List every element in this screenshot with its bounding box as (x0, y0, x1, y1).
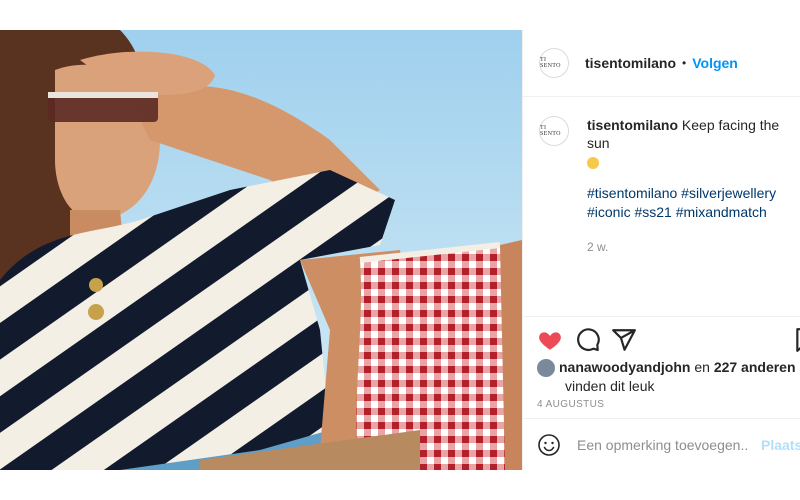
avatar-logo-text: TI SENTO (540, 57, 561, 69)
likes-connector: en (694, 359, 710, 375)
share-icon[interactable] (611, 327, 637, 353)
avatar[interactable]: TI SENTO (539, 48, 569, 78)
liker-avatar[interactable] (537, 359, 555, 378)
likes-others[interactable]: 227 anderen (714, 359, 796, 375)
sun-smile-emoji (587, 157, 599, 170)
post-header: TI SENTO tisentomilano • Volgen (523, 30, 800, 97)
hashtags: #tisentomilano #silverjewellery #iconic … (587, 184, 793, 222)
post-comment-button[interactable]: Plaats (761, 437, 800, 453)
header-username[interactable]: tisentomilano (585, 55, 676, 71)
liker-username[interactable]: nanawoodyandjohn (559, 359, 690, 375)
save-icon[interactable] (793, 327, 800, 353)
heart-icon[interactable] (537, 327, 563, 353)
comment-bar: Plaats (523, 418, 800, 471)
caption: TI SENTO tisentomilano Keep facing the s… (539, 116, 793, 256)
hashtag[interactable]: #silverjewellery (681, 185, 776, 201)
caption-body: tisentomilano Keep facing the sun #tisen… (587, 116, 793, 256)
caption-username[interactable]: tisentomilano (587, 117, 678, 133)
action-bar (523, 316, 800, 361)
likes-suffix: vinden dit leuk (565, 378, 655, 395)
caption-avatar-logo-text: TI SENTO (540, 125, 561, 137)
hashtag[interactable]: #ss21 (634, 204, 671, 220)
post-photo[interactable] (0, 30, 522, 470)
post-date: 4 AUGUSTUS (537, 399, 605, 410)
hashtag[interactable]: #iconic (587, 204, 631, 220)
hashtag[interactable]: #mixandmatch (676, 204, 767, 220)
emoji-icon[interactable] (537, 433, 561, 457)
post-side-panel: TI SENTO tisentomilano • Volgen TI SENTO… (522, 30, 800, 470)
caption-age: 2 w. (587, 240, 609, 254)
hashtag[interactable]: #tisentomilano (587, 185, 677, 201)
comment-icon[interactable] (575, 327, 601, 353)
photo-illustration (0, 30, 522, 470)
follow-button[interactable]: Volgen (692, 55, 738, 71)
caption-avatar[interactable]: TI SENTO (539, 116, 569, 146)
header-separator: • (682, 56, 687, 70)
comment-input[interactable] (575, 436, 749, 454)
likes-summary: nanawoodyandjohn en 227 anderen vinden d… (537, 358, 797, 395)
